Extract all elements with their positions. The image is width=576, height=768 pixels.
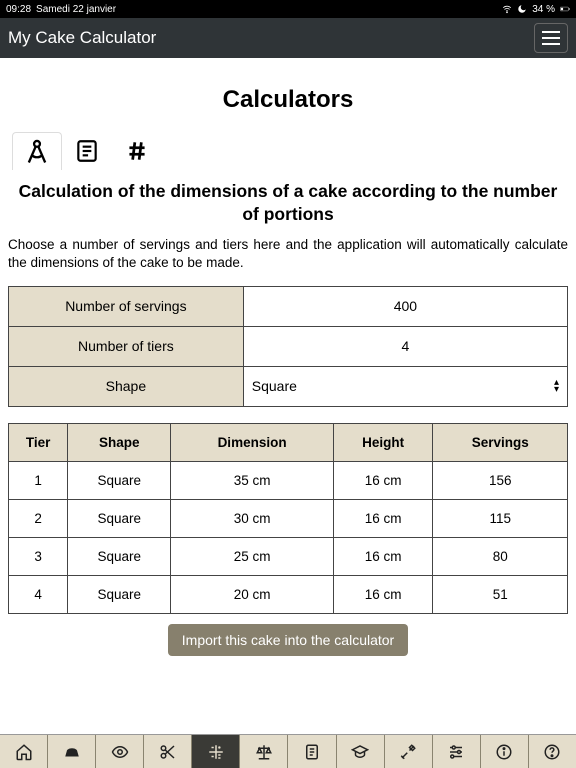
params-table: Number of servings 400 Number of tiers 4… bbox=[8, 286, 568, 407]
status-time: 09:28 bbox=[6, 4, 31, 15]
bottom-nav bbox=[0, 734, 576, 768]
nav-info[interactable] bbox=[481, 735, 529, 768]
nav-tools[interactable] bbox=[385, 735, 433, 768]
notebook-icon bbox=[303, 743, 321, 761]
scale-icon bbox=[255, 743, 273, 761]
shape-select[interactable]: Square ▴▾ bbox=[243, 366, 567, 406]
shape-label: Shape bbox=[9, 366, 244, 406]
tools-icon bbox=[399, 743, 417, 761]
table-row: 2 Square 30 cm 16 cm 115 bbox=[9, 499, 568, 537]
tiers-input[interactable]: 4 bbox=[243, 326, 567, 366]
shape-select-value: Square bbox=[252, 378, 297, 394]
cake-icon bbox=[63, 743, 81, 761]
hash-icon bbox=[124, 138, 150, 164]
table-row: 3 Square 25 cm 16 cm 80 bbox=[9, 537, 568, 575]
page-title: Calculators bbox=[8, 86, 568, 114]
import-button[interactable]: Import this cake into the calculator bbox=[168, 624, 408, 656]
col-dimension: Dimension bbox=[171, 423, 333, 461]
nav-recipes[interactable] bbox=[288, 735, 336, 768]
nav-cut[interactable] bbox=[144, 735, 192, 768]
nav-home[interactable] bbox=[0, 735, 48, 768]
tab-dimensions[interactable] bbox=[12, 132, 62, 170]
tiers-label: Number of tiers bbox=[9, 326, 244, 366]
nav-cake[interactable] bbox=[48, 735, 96, 768]
tab-number[interactable] bbox=[112, 132, 162, 170]
results-table: Tier Shape Dimension Height Servings 1 S… bbox=[8, 423, 568, 614]
info-icon bbox=[495, 743, 513, 761]
eye-icon bbox=[111, 743, 129, 761]
section-title: Calculation of the dimensions of a cake … bbox=[8, 180, 568, 226]
help-icon bbox=[543, 743, 561, 761]
battery-icon bbox=[560, 4, 570, 14]
calculator-icon bbox=[207, 743, 225, 761]
book-icon bbox=[74, 138, 100, 164]
calculator-tabs bbox=[8, 132, 568, 170]
main-content: Calculators Calculation of the dimension… bbox=[0, 58, 576, 734]
battery-percent: 34 % bbox=[532, 4, 555, 15]
status-bar: 09:28 Samedi 22 janvier 34 % bbox=[0, 0, 576, 18]
col-height: Height bbox=[333, 423, 433, 461]
table-row: 1 Square 35 cm 16 cm 156 bbox=[9, 461, 568, 499]
nav-scale[interactable] bbox=[240, 735, 288, 768]
col-tier: Tier bbox=[9, 423, 68, 461]
hamburger-icon bbox=[542, 31, 560, 45]
home-icon bbox=[15, 743, 33, 761]
nav-help[interactable] bbox=[529, 735, 576, 768]
tab-recipe[interactable] bbox=[62, 132, 112, 170]
table-row: 4 Square 20 cm 16 cm 51 bbox=[9, 575, 568, 613]
nav-preview[interactable] bbox=[96, 735, 144, 768]
app-title: My Cake Calculator bbox=[8, 28, 156, 48]
servings-label: Number of servings bbox=[9, 286, 244, 326]
servings-input[interactable]: 400 bbox=[243, 286, 567, 326]
nav-calculator[interactable] bbox=[192, 735, 240, 768]
status-date: Samedi 22 janvier bbox=[36, 4, 116, 15]
nav-learn[interactable] bbox=[337, 735, 385, 768]
graduation-icon bbox=[351, 743, 369, 761]
nav-settings[interactable] bbox=[433, 735, 481, 768]
wifi-icon bbox=[502, 4, 512, 14]
menu-button[interactable] bbox=[534, 23, 568, 53]
col-shape: Shape bbox=[68, 423, 171, 461]
moon-icon bbox=[517, 4, 527, 14]
compass-icon bbox=[23, 138, 51, 166]
scissors-icon bbox=[159, 743, 177, 761]
chevron-updown-icon: ▴▾ bbox=[554, 379, 559, 393]
col-servings: Servings bbox=[433, 423, 568, 461]
section-description: Choose a number of servings and tiers he… bbox=[8, 236, 568, 272]
app-header: My Cake Calculator bbox=[0, 18, 576, 58]
sliders-icon bbox=[447, 743, 465, 761]
